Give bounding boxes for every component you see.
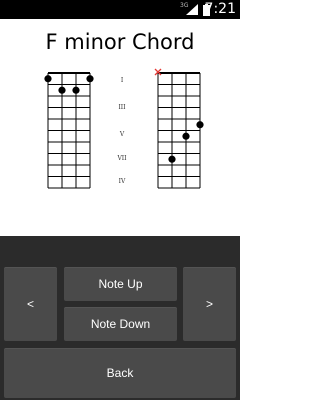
clock: 7:21: [204, 1, 236, 17]
left-grid-finger-dot: [44, 75, 52, 83]
status-bar: 3G 7:21: [0, 0, 240, 19]
right-grid-finger-dot: [168, 155, 176, 163]
fret-marker-4: IV: [118, 178, 126, 185]
left-grid-finger-dot: [58, 86, 66, 94]
next-button[interactable]: >: [183, 267, 236, 341]
controls-panel: < Note Up Note Down > Back: [0, 236, 240, 400]
left-grid-finger-dot: [72, 86, 80, 94]
note-up-button[interactable]: Note Up: [64, 267, 177, 301]
chord-diagrams: [44, 68, 204, 189]
right-grid-finger-dot: [182, 132, 190, 140]
signal-icon: [186, 4, 198, 15]
chord-title: F minor Chord: [45, 30, 195, 54]
fret-marker-3: III: [118, 104, 126, 111]
chord-diagram-area: I III V VII IV: [0, 64, 240, 214]
left-grid-finger-dot: [86, 75, 94, 83]
fret-marker-5: V: [119, 131, 125, 138]
fret-marker-1: I: [120, 77, 124, 84]
previous-button[interactable]: <: [4, 267, 57, 341]
note-down-button[interactable]: Note Down: [64, 307, 177, 341]
fret-marker-7: VII: [117, 155, 127, 162]
back-button[interactable]: Back: [4, 348, 236, 398]
right-grid-finger-dot: [196, 121, 204, 129]
